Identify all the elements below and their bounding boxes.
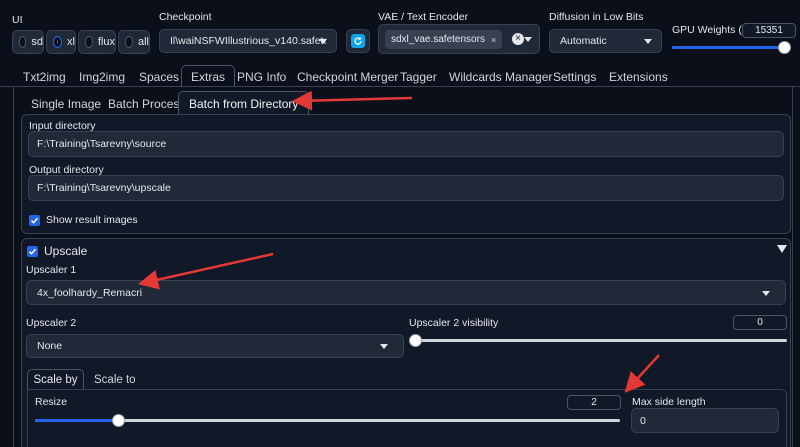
arrow-annotation-resize — [624, 354, 660, 393]
arrow-annotation-subtab — [292, 90, 413, 111]
arrow-annotation-upscaler1 — [138, 252, 274, 290]
annotation-arrows — [138, 90, 660, 393]
